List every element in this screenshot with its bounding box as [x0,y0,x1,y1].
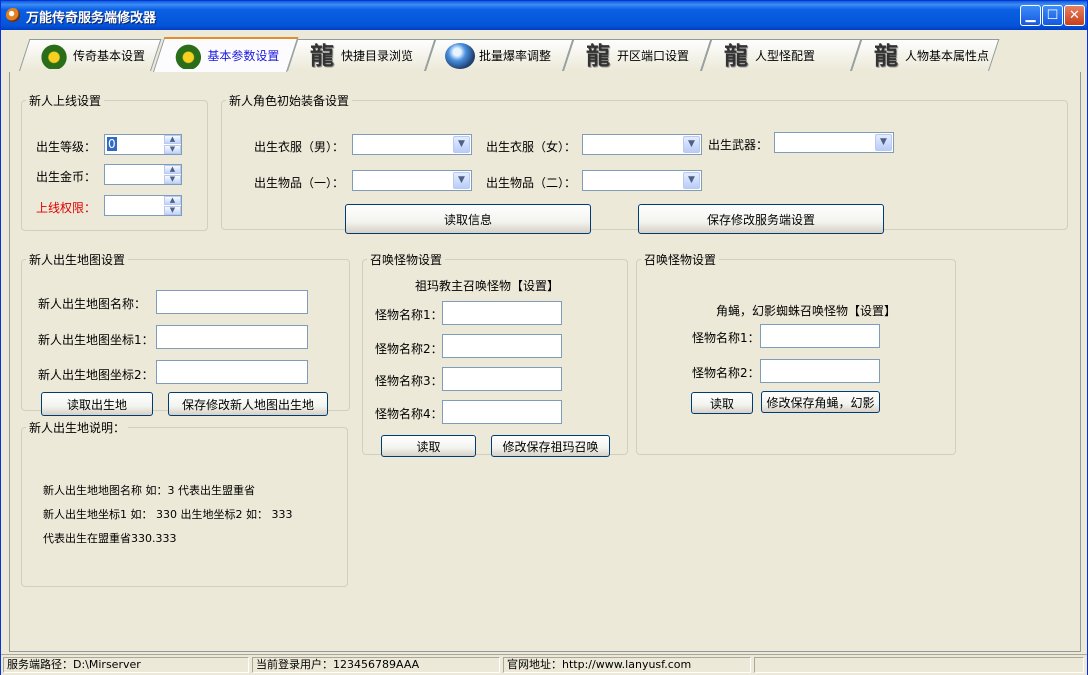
close-button[interactable]: ✕ [1064,5,1085,26]
tab-directory-browse[interactable]: 龍快捷目录浏览 [287,39,436,71]
tab-basic-settings[interactable]: 传奇基本设置 [19,39,162,71]
warrior-icon [173,42,204,69]
minimize-button[interactable]: ▁ [1020,5,1041,26]
website-status: 官网地址：http://www.lanyusf.com [503,657,751,673]
spider-monster1-input[interactable] [760,324,880,348]
tab-drop-rate[interactable]: 批量爆率调整 [425,39,574,71]
status-bar: 服务端路径：D:\Mirserver 当前登录用户：123456789AAA 官… [1,654,1087,675]
read-birth-map-button[interactable]: 读取出生地 [41,392,153,416]
tab-attribute-points[interactable]: 龍人物基本属性点 [851,39,1000,71]
warrior-icon [39,42,70,69]
chevron-down-icon[interactable]: ▼ [453,172,470,189]
window-title: 万能传奇服务端修改器 [26,11,157,26]
zuma-monster1-input[interactable] [442,301,562,325]
spider-monster2-input[interactable] [760,359,880,383]
newbie-online-group: 新人上线设置 出生等级： 0 ▲ ▼ 出生金币： ▲ ▼ 上线权限： ▲ ▼ [21,92,208,231]
birth-level-spinner[interactable]: 0 ▲ ▼ [104,134,182,155]
server-path-status: 服务端路径：D:\Mirserver [3,657,249,673]
birth-coord2-input[interactable] [156,360,308,384]
dragon-icon: 龍 [874,40,899,70]
dragon-icon: 龍 [310,40,335,70]
app-window: 万能传奇服务端修改器 ▁ ☐ ✕ 传奇基本设置 龍快捷目录浏览 批量爆率调整 龍… [0,0,1088,675]
read-info-button[interactable]: 读取信息 [345,204,591,234]
summon-spider-group: 召唤怪物设置 角蝇，幻影蜘蛛召唤怪物【设置】 怪物名称1： 怪物名称2： 读取 … [636,251,956,455]
item2-select[interactable]: ▼ [582,170,702,191]
birth-note-group: 新人出生地说明： 新人出生地地图名称 如：3 代表出生盟重省 新人出生地坐标1 … [21,419,348,587]
summon-zuma-group: 召唤怪物设置 祖玛教主召唤怪物【设置】 怪物名称1： 怪物名称2： 怪物名称3：… [362,251,628,457]
chevron-down-icon[interactable]: ▼ [683,172,700,189]
current-user-status: 当前登录用户：123456789AAA [252,657,500,673]
spin-down-icon[interactable]: ▼ [164,145,181,154]
tab-humanoid-monster[interactable]: 龍人型怪配置 [701,39,862,71]
spider-read-button[interactable]: 读取 [691,392,753,414]
spin-up-icon[interactable]: ▲ [164,165,181,174]
zuma-save-button[interactable]: 修改保存祖玛召唤 [491,435,610,457]
chevron-down-icon[interactable]: ▼ [683,136,700,153]
zuma-monster2-input[interactable] [442,334,562,358]
app-icon [6,8,20,22]
spider-save-button[interactable]: 修改保存角蝇，幻影 [761,391,880,413]
tab-strip: 传奇基本设置 龍快捷目录浏览 批量爆率调整 龍开区端口设置 龍人型怪配置 龍人物… [9,37,1079,72]
title-bar: 万能传奇服务端修改器 ▁ ☐ ✕ [1,1,1087,30]
status-empty [754,657,1084,673]
close-icon: ✕ [1069,8,1080,23]
zuma-read-button[interactable]: 读取 [381,435,476,457]
birth-gold-spinner[interactable]: ▲ ▼ [104,164,182,185]
tab-basic-params[interactable]: 基本参数设置 [153,37,299,72]
spin-down-icon[interactable]: ▼ [164,175,181,184]
chevron-down-icon[interactable]: ▼ [875,134,892,151]
zuma-monster4-input[interactable] [442,400,562,424]
item1-select[interactable]: ▼ [352,170,472,191]
globe-icon [445,42,476,69]
tab-content: 新人上线设置 出生等级： 0 ▲ ▼ 出生金币： ▲ ▼ 上线权限： ▲ ▼ 新人角色… [9,72,1081,652]
birth-map-name-input[interactable] [156,290,308,314]
spin-up-icon[interactable]: ▲ [164,135,181,144]
save-birth-map-button[interactable]: 保存修改新人地图出生地 [168,392,328,416]
equipment-group: 新人角色初始装备设置 出生衣服（男）： ▼ 出生衣服（女）： ▼ 出生武器： ▼… [221,92,1068,234]
spin-up-icon[interactable]: ▲ [164,196,181,205]
birth-map-group: 新人出生地图设置 新人出生地图名称： 新人出生地图坐标1： 新人出生地图坐标2：… [21,251,350,416]
zuma-monster3-input[interactable] [442,367,562,391]
tab-port-settings[interactable]: 龍开区端口设置 [563,39,712,71]
cloth-male-select[interactable]: ▼ [352,134,472,155]
maximize-icon: ☐ [1046,8,1059,23]
dragon-icon: 龍 [586,40,611,70]
chevron-down-icon[interactable]: ▼ [453,136,470,153]
maximize-button[interactable]: ☐ [1042,5,1063,26]
weapon-select[interactable]: ▼ [774,132,894,153]
cloth-female-select[interactable]: ▼ [582,134,702,155]
dragon-icon: 龍 [724,40,749,70]
online-permission-spinner[interactable]: ▲ ▼ [104,195,182,216]
save-server-settings-button[interactable]: 保存修改服务端设置 [638,204,884,234]
spin-down-icon[interactable]: ▼ [164,206,181,215]
minimize-icon: ▁ [1025,8,1036,23]
birth-coord1-input[interactable] [156,325,308,349]
